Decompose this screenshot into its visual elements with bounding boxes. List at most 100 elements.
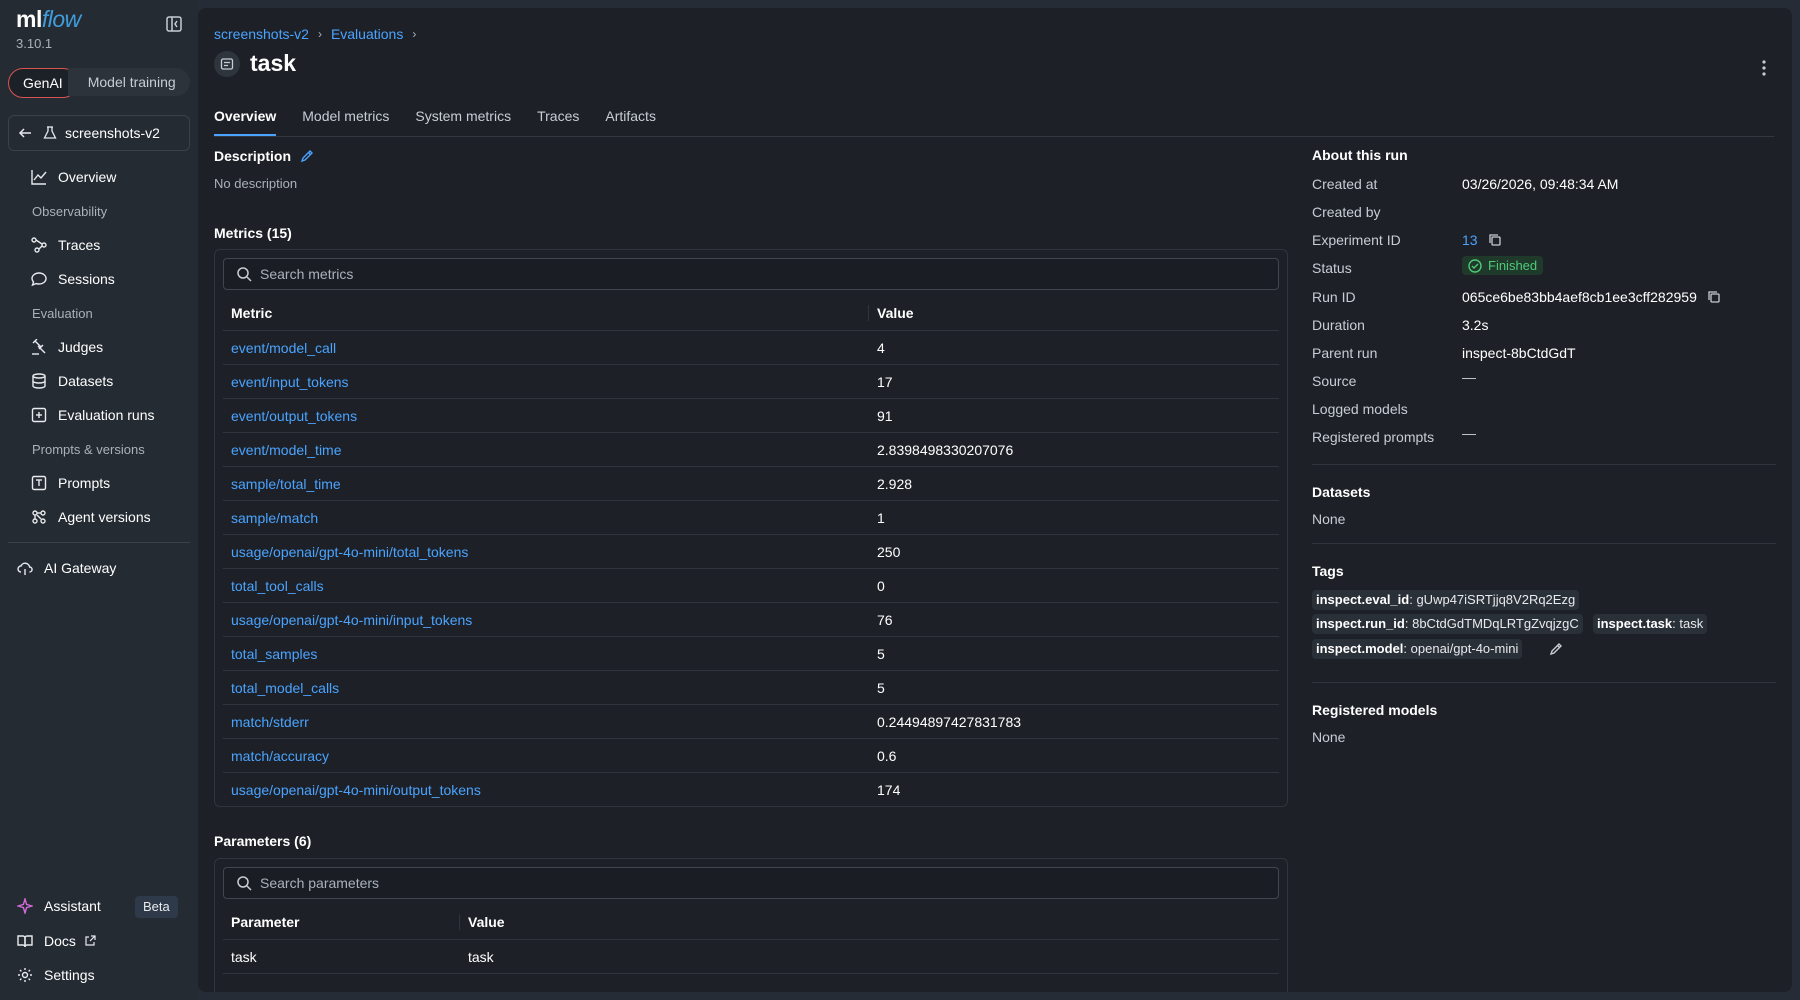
metric-name-link[interactable]: match/stderr (223, 714, 868, 730)
sidebar-item-evaluation-runs[interactable]: Evaluation runs (30, 402, 155, 428)
tab-traces[interactable]: Traces (537, 104, 579, 134)
metric-name-link[interactable]: match/accuracy (223, 748, 868, 764)
metric-name-link[interactable]: total_samples (223, 646, 868, 662)
datasets-value: None (1312, 511, 1346, 527)
sidebar-item-judges[interactable]: Judges (30, 334, 103, 360)
metric-name-link[interactable]: usage/openai/gpt-4o-mini/input_tokens (223, 612, 868, 628)
app-version: 3.10.1 (16, 36, 53, 51)
back-arrow-icon[interactable] (17, 125, 33, 141)
experiment-selector[interactable]: screenshots-v2 (8, 115, 190, 151)
tab-system-metrics[interactable]: System metrics (415, 104, 511, 134)
tag-task: inspect.task: task (1593, 614, 1708, 634)
metric-name-link[interactable]: usage/openai/gpt-4o-mini/output_tokens (223, 782, 868, 798)
metric-name-link[interactable]: sample/match (223, 510, 868, 526)
parameter-column-header[interactable]: Parameter (223, 914, 459, 930)
datasets-title: Datasets (1312, 484, 1371, 500)
copy-icon[interactable] (1488, 233, 1502, 247)
parameters-title: Parameters (6) (214, 833, 312, 849)
sidebar-item-traces[interactable]: Traces (30, 232, 100, 258)
metric-name-link[interactable]: event/output_tokens (223, 408, 868, 424)
parameters-search[interactable] (223, 867, 1279, 899)
sidebar-item-label: Settings (44, 967, 95, 983)
about-title: About this run (1312, 147, 1408, 163)
metric-value: 0.6 (877, 747, 897, 764)
tags-title: Tags (1312, 563, 1344, 579)
metric-name-link[interactable]: event/model_call (223, 340, 868, 356)
sidebar-item-prompts[interactable]: Prompts (30, 470, 110, 496)
edit-description-icon[interactable] (300, 149, 314, 163)
edit-tags-icon[interactable] (1549, 642, 1563, 656)
tab-overview[interactable]: Overview (214, 104, 277, 136)
parameters-card: Parameter Value task task (214, 858, 1288, 992)
sidebar-collapse-icon[interactable] (165, 15, 183, 33)
sidebar-item-settings[interactable]: Settings (16, 962, 95, 988)
sidebar-item-label: Assistant (44, 898, 101, 914)
metric-column-header[interactable]: Metric (223, 305, 868, 321)
parameters-search-input[interactable] (258, 874, 1278, 892)
value-column-header[interactable]: Value (868, 305, 914, 321)
metric-name-link[interactable]: event/input_tokens (223, 374, 868, 390)
metric-value: 91 (877, 407, 893, 424)
mode-model-training-button[interactable]: Model training (67, 68, 190, 96)
mlflow-logo[interactable]: mlflow (16, 6, 81, 33)
mode-switch: GenAI Model training (8, 68, 190, 98)
tag-eval-id: inspect.eval_id: gUwp47iSRTjjq8V2Rq2Ezg (1312, 590, 1580, 610)
breadcrumb-evaluations-link[interactable]: Evaluations (331, 26, 403, 42)
experiment-id-link[interactable]: 13 (1462, 232, 1478, 248)
value-column-header[interactable]: Value (459, 914, 505, 930)
parameter-value: task (468, 948, 494, 965)
status-badge: Finished (1462, 256, 1544, 275)
metric-name-link[interactable]: event/model_time (223, 442, 868, 458)
table-row: usage/openai/gpt-4o-mini/total_tokens 250 (223, 535, 1279, 569)
more-options-icon[interactable] (1756, 58, 1772, 78)
registered-prompts-label: Registered prompts (1312, 429, 1435, 445)
sidebar-item-datasets[interactable]: Datasets (30, 368, 113, 394)
cloud-gateway-icon (16, 559, 34, 577)
metrics-search-input[interactable] (258, 265, 1278, 283)
metric-name-link[interactable]: sample/total_time (223, 476, 868, 492)
parameters-table: Parameter Value task task (223, 905, 1279, 974)
metrics-search[interactable] (223, 258, 1279, 290)
sidebar-item-agent-versions[interactable]: Agent versions (30, 504, 151, 530)
table-row: event/input_tokens 17 (223, 365, 1279, 399)
created-at-value: 03/26/2026, 09:48:34 AM (1462, 176, 1619, 192)
metric-value: 0.24494897427831783 (877, 713, 1022, 730)
tab-artifacts[interactable]: Artifacts (605, 104, 656, 134)
metric-name-link[interactable]: usage/openai/gpt-4o-mini/total_tokens (223, 544, 868, 560)
title-row: task (214, 50, 296, 77)
tag-run-id: inspect.run_id: 8bCtdGdTMDqLRTgZvqjzgC (1312, 614, 1583, 634)
parent-run-label: Parent run (1312, 345, 1378, 361)
description-section: Description (214, 148, 314, 164)
breadcrumb-separator: › (317, 27, 322, 41)
metric-value: 2.8398498330207076 (877, 441, 1014, 458)
parent-run-link[interactable]: inspect-8bCtdGdT (1462, 345, 1576, 361)
table-row: task task (223, 940, 1279, 974)
run-type-icon (214, 50, 240, 77)
table-row: total_tool_calls 0 (223, 569, 1279, 603)
breadcrumb-experiment-link[interactable]: screenshots-v2 (214, 26, 309, 42)
run-id-value: 065ce6be83bb4aef8cb1ee3cff282959 (1462, 289, 1697, 305)
metric-name-link[interactable]: total_tool_calls (223, 578, 868, 594)
registered-prompts-value: — (1462, 425, 1476, 441)
copy-icon[interactable] (1707, 290, 1721, 304)
sidebar-item-label: Agent versions (58, 509, 151, 525)
registered-models-title: Registered models (1312, 702, 1438, 718)
metric-value: 250 (877, 543, 901, 560)
beaker-icon (43, 126, 57, 139)
sidebar-item-assistant[interactable]: Assistant (16, 893, 101, 919)
book-icon (16, 932, 34, 950)
duration-value: 3.2s (1462, 317, 1489, 333)
experiment-name: screenshots-v2 (65, 125, 160, 141)
beta-badge: Beta (135, 896, 178, 918)
sidebar-item-docs[interactable]: Docs (16, 928, 96, 954)
duration-label: Duration (1312, 317, 1365, 333)
tab-model-metrics[interactable]: Model metrics (302, 104, 389, 134)
sidebar-item-label: Judges (58, 339, 104, 355)
sidebar-item-overview[interactable]: Overview (30, 164, 116, 190)
main-panel: screenshots-v2 › Evaluations › task Over… (198, 8, 1792, 992)
sidebar-item-ai-gateway[interactable]: AI Gateway (16, 555, 116, 581)
sidebar-item-sessions[interactable]: Sessions (30, 266, 115, 292)
metric-name-link[interactable]: total_model_calls (223, 680, 868, 696)
sidebar-item-label: Sessions (58, 271, 115, 287)
sidebar-item-label: Overview (58, 169, 117, 185)
